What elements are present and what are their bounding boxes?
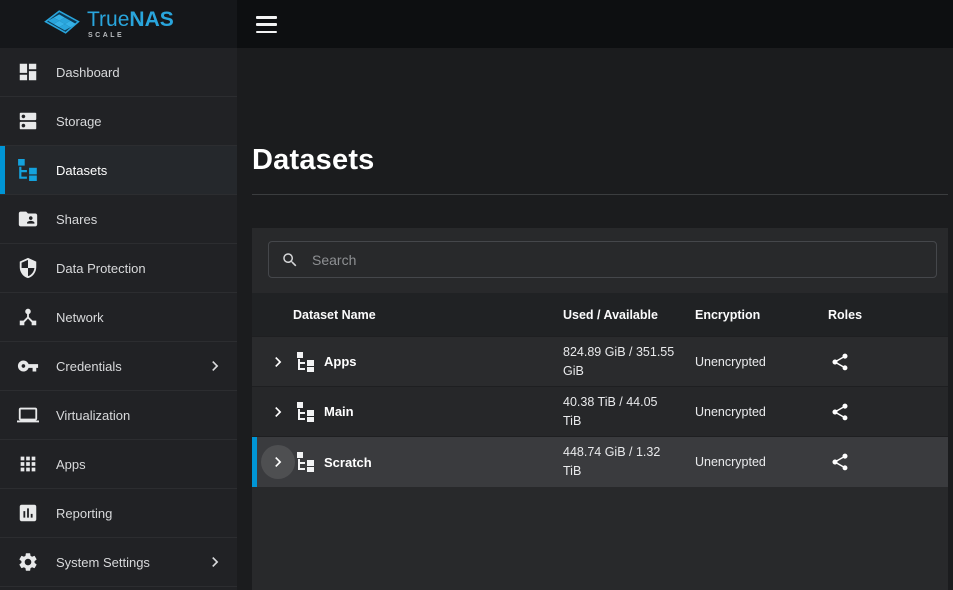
dataset-name: Main: [324, 404, 354, 419]
chevron-right-icon: [205, 552, 225, 572]
dataset-tree-icon: [296, 452, 316, 472]
datasets-table: Dataset Name Used / Available Encryption…: [252, 293, 948, 487]
network-hub-icon: [17, 306, 39, 328]
sidebar-item-apps[interactable]: Apps: [0, 440, 237, 489]
sidebar-item-storage[interactable]: Storage: [0, 97, 237, 146]
truenas-logo-mark-icon: [40, 8, 80, 40]
datasets-card: Dataset Name Used / Available Encryption…: [252, 228, 948, 590]
sidebar-item-label: Datasets: [56, 163, 225, 178]
shield-icon: [17, 257, 39, 279]
selected-row-accent-bar: [252, 437, 257, 487]
key-icon: [17, 355, 39, 377]
laptop-icon: [17, 404, 39, 426]
truenas-logo: TrueNAS SCALE: [0, 0, 237, 48]
sidebar-item-label: Storage: [56, 114, 225, 129]
expand-chevron-icon[interactable]: [268, 402, 288, 422]
storage-icon: [17, 110, 39, 132]
table-row-selected[interactable]: Scratch 448.74 GiB / 1.32 TiB Unencrypte…: [252, 436, 948, 487]
sidebar-item-label: Apps: [56, 457, 225, 472]
encryption-status: Unencrypted: [695, 405, 828, 419]
sidebar-nav: Dashboard Storage Datasets Shares Data P…: [0, 48, 237, 590]
dataset-name: Apps: [324, 354, 357, 369]
table-row[interactable]: Apps 824.89 GiB / 351.55 GiB Unencrypted: [252, 336, 948, 386]
sidebar-item-datasets[interactable]: Datasets: [0, 146, 237, 195]
sidebar-item-virtualization[interactable]: Virtualization: [0, 391, 237, 440]
expand-chevron-icon[interactable]: [268, 452, 288, 472]
top-app-bar: TrueNAS SCALE: [0, 0, 953, 48]
sidebar-item-label: Virtualization: [56, 408, 225, 423]
sidebar-item-label: Network: [56, 310, 225, 325]
folder-shared-icon: [17, 208, 39, 230]
chevron-right-icon: [205, 356, 225, 376]
encryption-status: Unencrypted: [695, 455, 828, 469]
brand-name: TrueNAS: [87, 9, 174, 30]
search-input[interactable]: [312, 252, 924, 268]
title-divider: [252, 194, 948, 195]
column-header-encryption[interactable]: Encryption: [695, 308, 828, 322]
dataset-name: Scratch: [324, 455, 372, 470]
sidebar-item-reporting[interactable]: Reporting: [0, 489, 237, 538]
page-title: Datasets: [252, 144, 375, 177]
expand-chevron-icon[interactable]: [268, 352, 288, 372]
sidebar-item-shares[interactable]: Shares: [0, 195, 237, 244]
sidebar-item-dashboard[interactable]: Dashboard: [0, 48, 237, 97]
datasets-tree-icon: [17, 159, 39, 181]
dashboard-icon: [17, 61, 39, 83]
gear-icon: [17, 551, 39, 573]
apps-grid-icon: [17, 453, 39, 475]
sidebar-item-credentials[interactable]: Credentials: [0, 342, 237, 391]
dataset-tree-icon: [296, 402, 316, 422]
sidebar-item-network[interactable]: Network: [0, 293, 237, 342]
dataset-tree-icon: [296, 352, 316, 372]
table-row[interactable]: Main 40.38 TiB / 44.05 TiB Unencrypted: [252, 386, 948, 436]
hamburger-icon: [256, 16, 277, 19]
search-icon: [281, 251, 299, 269]
used-available-value: 824.89 GiB / 351.55 GiB: [563, 343, 695, 381]
share-icon[interactable]: [830, 452, 850, 472]
sidebar-item-label: Credentials: [56, 359, 205, 374]
sidebar-item-data-protection[interactable]: Data Protection: [0, 244, 237, 293]
bar-chart-icon: [17, 502, 39, 524]
sidebar-item-label: Data Protection: [56, 261, 225, 276]
encryption-status: Unencrypted: [695, 355, 828, 369]
sidebar-item-label: System Settings: [56, 555, 205, 570]
sidebar-item-label: Dashboard: [56, 65, 225, 80]
sidebar-item-label: Reporting: [56, 506, 225, 521]
used-available-value: 40.38 TiB / 44.05 TiB: [563, 393, 695, 431]
share-icon[interactable]: [830, 352, 850, 372]
table-header-row: Dataset Name Used / Available Encryption…: [252, 293, 948, 336]
column-header-roles[interactable]: Roles: [828, 308, 948, 322]
sidebar-item-system-settings[interactable]: System Settings: [0, 538, 237, 587]
search-box[interactable]: [268, 241, 937, 278]
column-header-dataset-name[interactable]: Dataset Name: [252, 308, 563, 322]
main-content: Datasets Dataset Name Used / Available E…: [237, 48, 953, 590]
column-header-used-available[interactable]: Used / Available: [563, 308, 695, 322]
sidebar-item-label: Shares: [56, 212, 225, 227]
used-available-value: 448.74 GiB / 1.32 TiB: [563, 443, 695, 481]
share-icon[interactable]: [830, 402, 850, 422]
brand-subtitle: SCALE: [88, 32, 174, 39]
sidebar-toggle-button[interactable]: [255, 14, 279, 35]
